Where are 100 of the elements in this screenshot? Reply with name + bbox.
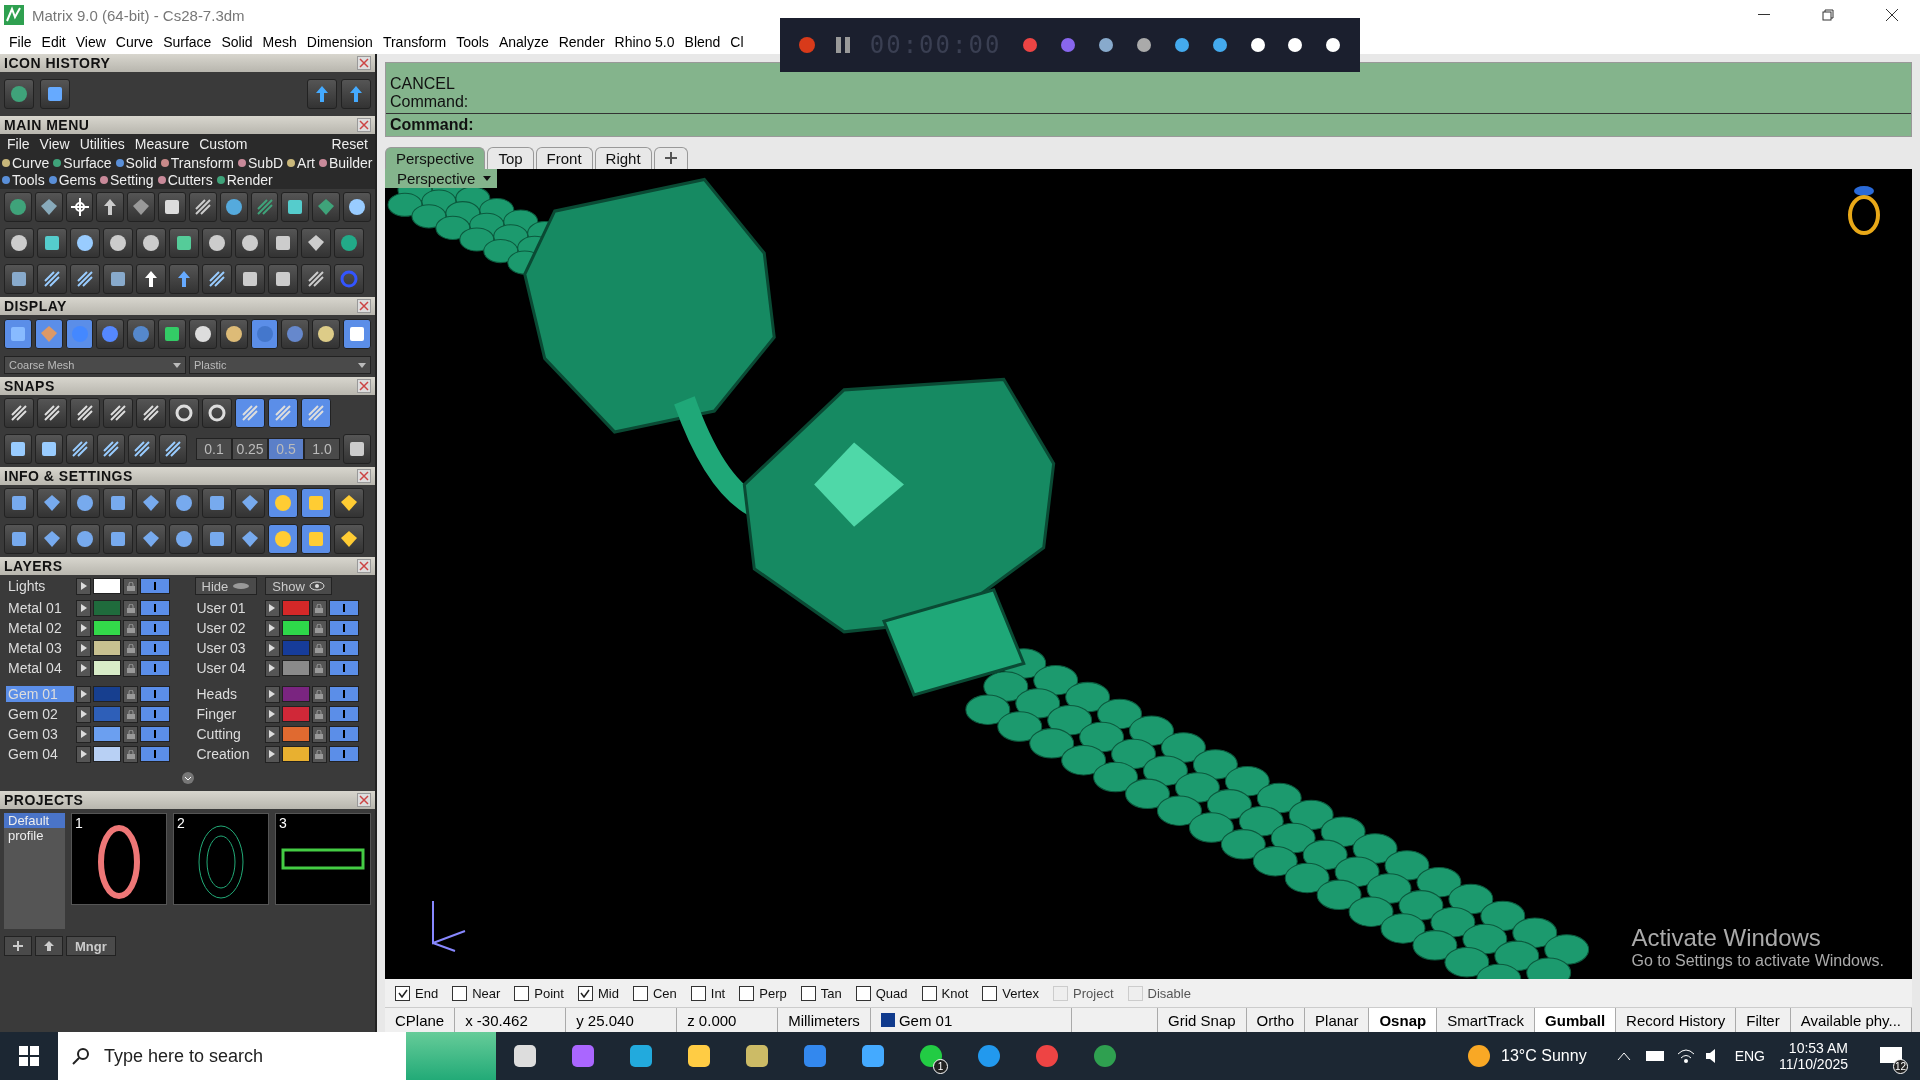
pause-icon[interactable] <box>835 37 850 53</box>
color-swatch[interactable] <box>93 600 121 616</box>
menu-item[interactable]: Surface <box>158 34 217 50</box>
expand-button[interactable] <box>76 619 91 637</box>
profile-item[interactable]: profile <box>4 828 65 843</box>
viewport-tab[interactable]: Front <box>535 147 593 169</box>
layer-name[interactable]: Metal 01 <box>6 600 74 616</box>
color-swatch[interactable] <box>93 620 121 636</box>
expand-button[interactable] <box>264 685 280 703</box>
category-link[interactable]: SubD <box>238 155 284 171</box>
menu-item[interactable]: Cl <box>725 34 749 50</box>
layer-name[interactable]: Finger <box>194 706 263 722</box>
osnap-checkbox[interactable]: End <box>395 985 439 1001</box>
hide-button[interactable]: Hide <box>194 577 258 595</box>
menu-item[interactable]: Tools <box>451 34 494 50</box>
lock-button[interactable] <box>123 639 138 657</box>
visibility-toggle[interactable] <box>328 706 359 722</box>
expand-button[interactable] <box>264 659 280 677</box>
visibility-toggle[interactable] <box>328 660 359 676</box>
chevron-up-icon[interactable] <box>1616 1051 1631 1061</box>
visibility-toggle[interactable] <box>140 660 170 676</box>
status-toggle[interactable]: Gumball <box>1535 1008 1617 1032</box>
visibility-toggle[interactable] <box>140 578 170 594</box>
viewport-tab[interactable]: Perspective <box>385 147 486 169</box>
color-swatch[interactable] <box>281 620 310 636</box>
menu-item[interactable]: Mesh <box>257 34 302 50</box>
color-swatch[interactable] <box>93 706 121 722</box>
reset-button[interactable]: Reset <box>326 136 373 152</box>
visibility-toggle[interactable] <box>328 686 359 702</box>
snap-step-button[interactable]: 0.1 <box>196 438 232 460</box>
color-swatch[interactable] <box>281 686 310 702</box>
manager-button[interactable]: Mngr <box>66 936 116 956</box>
category-link[interactable]: Surface <box>53 155 112 171</box>
lock-button[interactable] <box>123 577 138 595</box>
visibility-toggle[interactable] <box>140 600 170 616</box>
category-link[interactable]: Curve <box>2 155 50 171</box>
visibility-toggle[interactable] <box>328 640 359 656</box>
menu-item[interactable]: Solid <box>216 34 258 50</box>
category-link[interactable]: Cutters <box>157 172 213 188</box>
layer-name[interactable]: Lights <box>6 578 74 594</box>
expand-button[interactable] <box>76 705 91 723</box>
osnap-checkbox[interactable]: Near <box>452 985 501 1001</box>
expand-button[interactable] <box>264 745 280 763</box>
battery-icon[interactable] <box>1644 1050 1667 1062</box>
menu-item[interactable]: Rhino 5.0 <box>609 34 680 50</box>
lock-button[interactable] <box>311 705 327 723</box>
category-link[interactable]: Gems <box>48 172 97 188</box>
lock-button[interactable] <box>311 725 327 743</box>
layer-name[interactable]: User 04 <box>194 660 263 676</box>
viewport-tab[interactable]: Right <box>594 147 652 169</box>
lock-button[interactable] <box>311 745 327 763</box>
color-swatch[interactable] <box>93 686 121 702</box>
color-swatch[interactable] <box>281 600 310 616</box>
osnap-checkbox[interactable]: Quad <box>855 985 908 1001</box>
project-thumbnail[interactable]: 1 <box>71 813 167 905</box>
osnap-checkbox[interactable]: Mid <box>577 985 619 1001</box>
panel-menu-item[interactable]: Custom <box>194 136 253 152</box>
plus-icon[interactable] <box>664 152 677 164</box>
layer-name[interactable]: User 03 <box>194 640 263 656</box>
visibility-toggle[interactable] <box>140 620 170 636</box>
layer-name[interactable]: Cutting <box>194 726 263 742</box>
layer-name[interactable]: User 02 <box>194 620 263 636</box>
color-swatch[interactable] <box>281 640 310 656</box>
color-swatch[interactable] <box>281 746 310 762</box>
menu-item[interactable]: Transform <box>377 34 452 50</box>
viewport-tab[interactable]: Top <box>487 147 534 169</box>
panel-menu-item[interactable]: Measure <box>129 136 195 152</box>
status-toggle[interactable]: Osnap <box>1369 1008 1438 1032</box>
lock-button[interactable] <box>123 619 138 637</box>
menu-item[interactable]: Blend <box>679 34 726 50</box>
show-button[interactable]: Show <box>265 577 332 595</box>
expand-button[interactable] <box>76 639 91 657</box>
expand-button[interactable] <box>76 599 91 617</box>
record-icon[interactable] <box>798 36 816 54</box>
expand-button[interactable] <box>76 659 91 677</box>
viewport-label[interactable]: Perspective <box>385 169 498 188</box>
menu-item[interactable]: Dimension <box>301 34 378 50</box>
expand-button[interactable] <box>76 725 91 743</box>
category-link[interactable]: Builder <box>318 155 373 171</box>
osnap-checkbox[interactable]: Vertex <box>982 985 1040 1001</box>
lock-button[interactable] <box>311 685 327 703</box>
profile-item[interactable]: Default <box>4 813 65 828</box>
move-icon[interactable] <box>136 264 166 294</box>
add-button[interactable] <box>4 936 32 956</box>
clock[interactable]: 10:53 AM 11/10/2025 <box>1764 1040 1862 1072</box>
lock-button[interactable] <box>311 599 327 617</box>
layer-name[interactable]: Metal 02 <box>6 620 74 636</box>
up-button[interactable] <box>35 936 63 956</box>
close-icon[interactable] <box>1886 9 1898 21</box>
osnap-checkbox[interactable]: Tan <box>800 985 842 1001</box>
snap-step-button[interactable]: 0.25 <box>232 438 268 460</box>
sun-icon[interactable] <box>65 192 94 222</box>
project-thumbnail[interactable]: 2 <box>173 813 269 905</box>
visibility-toggle[interactable] <box>328 746 359 762</box>
layer-name[interactable]: Creation <box>194 746 263 762</box>
color-swatch[interactable] <box>93 746 121 762</box>
layer-name[interactable]: Metal 04 <box>6 660 74 676</box>
lock-button[interactable] <box>311 639 327 657</box>
lock-button[interactable] <box>123 659 138 677</box>
expand-button[interactable] <box>264 725 280 743</box>
